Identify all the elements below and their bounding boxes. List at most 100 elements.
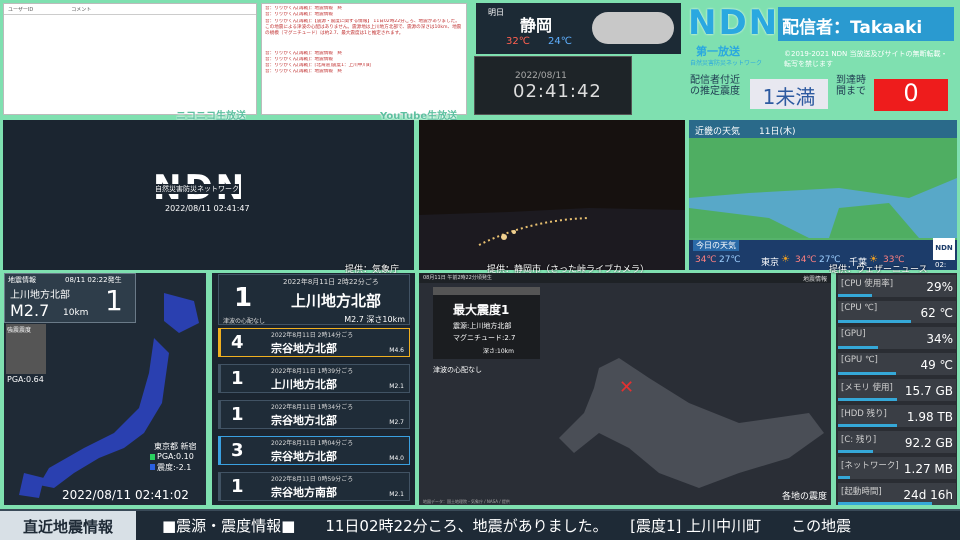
col-user-id: ユーザーID xyxy=(8,7,34,13)
clock-time: 02:41:42 xyxy=(513,81,602,102)
depth: 深さ:10km xyxy=(483,348,514,355)
city1-lo: 27℃ xyxy=(719,255,741,265)
stat-key: [ネットワーク] xyxy=(841,461,899,471)
stat-value: 49 ℃ xyxy=(920,358,953,372)
quake-item-time: 2022年8月11日 2時14分ごろ xyxy=(271,332,354,339)
quake-item-mag: M2.7 xyxy=(389,419,404,426)
quake-item[interactable]: 1 2022年8月11日 1時39分ごろ 上川地方北部 M2.1 xyxy=(218,364,410,393)
latest-place: 上川地方北部 xyxy=(291,292,382,310)
stat-key: [GPU ℃] xyxy=(841,355,878,365)
quake-intensity: 1 xyxy=(105,284,123,317)
quake-item-place: 宗谷地方北部 xyxy=(271,342,337,355)
latest-time: 2022年8月11日 2時22分ごろ xyxy=(283,278,379,286)
quake-item[interactable]: 1 2022年8月11日 1時34分ごろ宗谷地方北部 M2.7 xyxy=(218,400,410,429)
stat-value: 15.7 GB xyxy=(904,384,953,398)
quake-item-time: 2022年8月11日 1時34分ごろ xyxy=(271,404,354,411)
quake-place: 上川地方北部 xyxy=(10,290,70,301)
niconico-stream-panel: NDN 自然災害防災ネットワーク 2022/08/11 02:41:47 xyxy=(3,120,414,270)
stat-value: 1.98 TB xyxy=(906,410,953,424)
quake-item-time: 2022年8月11日 1時39分ごろ xyxy=(271,368,354,375)
clock-panel: 2022/08/11 02:41:42 xyxy=(474,56,632,115)
strong-box: 強震震度 xyxy=(6,324,46,374)
kinki-title: 近畿の天気 xyxy=(695,127,741,137)
stat-key: [HDD 残り] xyxy=(841,409,887,419)
low-temp: 24℃ xyxy=(548,36,572,47)
shindo-swatch xyxy=(150,464,155,470)
est-value: 1未満 xyxy=(750,79,828,109)
quake-info-title: 地震情報 xyxy=(8,276,36,284)
stat-value: 24d 16h xyxy=(903,488,953,502)
quake-item[interactable]: 1 2022年8月11日 0時59分ごろ 宗谷地方南部 M2.1 xyxy=(218,472,410,501)
stat-row: [CPU ℃] 62 ℃ xyxy=(838,301,956,323)
tomorrow-weather: 明日 静岡 32℃ 24℃ xyxy=(476,3,681,54)
stat-value: 29% xyxy=(926,280,953,294)
stat-bar xyxy=(838,450,874,453)
copyright: ©2019-2021 NDN 当放送及びサイトの無断転載・転写を禁じます xyxy=(784,50,948,68)
strong-label: 強震震度 xyxy=(7,327,32,334)
kinki-date: 11日(木) xyxy=(759,127,796,137)
ndn-sub2: 自然災害防災ネットワーク xyxy=(690,60,763,67)
city1-name: 東京 xyxy=(761,258,780,268)
quake-mag: M2.7 xyxy=(10,301,50,320)
max-label: 最大震度1 xyxy=(453,303,510,317)
stat-row: [ネットワーク] 1.27 MB xyxy=(838,457,956,479)
stat-key: [起動時間] xyxy=(841,487,882,497)
system-stats-panel: [CPU 使用率] 29% [CPU ℃] 62 ℃ [GPU] 34% [GPU ℃… xyxy=(836,273,957,505)
stat-key: [CPU 使用率] xyxy=(841,279,894,289)
stat-bar xyxy=(838,346,879,349)
quake-item-place: 宗谷地方北部 xyxy=(271,414,337,427)
shindo-value: 震度:-2.1 xyxy=(157,463,192,472)
stat-bar xyxy=(838,372,896,375)
stat-bar xyxy=(838,398,897,401)
today-label: 今日の天気 xyxy=(693,240,739,251)
stat-bar xyxy=(838,294,873,297)
epicenter-marker-icon: ✕ xyxy=(619,377,635,398)
hokkaido-credit: 地図データ：国土地理院・気象庁 / NASA / 提供 xyxy=(423,499,510,504)
streamer-badge: 配信者：Takaaki xyxy=(778,7,954,41)
news-ticker: 直近地震情報 ■震源・震度情報■ 11日02時22分ころ、地震がありました。 [… xyxy=(0,509,960,540)
stat-bar xyxy=(838,476,850,479)
stat-key: [GPU] xyxy=(841,329,866,339)
tomorrow-label: 明日 xyxy=(488,8,504,17)
quake-item-mag: M2.1 xyxy=(389,491,404,498)
pga-swatch xyxy=(150,454,155,460)
ndn-logo: NDN xyxy=(688,3,780,43)
ticker-label: 直近地震情報 xyxy=(0,511,136,540)
hokkaido-tag: 地震情報 xyxy=(802,276,827,283)
niconico-sub: 自然災害防災ネットワーク xyxy=(155,184,239,194)
quake-item[interactable]: 4 2022年8月11日 2時14分ごろ宗谷地方北部 M4.6 xyxy=(218,328,410,357)
stat-key: [メモリ 使用] xyxy=(841,383,893,393)
latest-intensity: 1 xyxy=(234,283,253,313)
stat-value: 1.27 MB xyxy=(903,462,953,476)
quake-item-mag: M4.0 xyxy=(389,455,404,462)
sun-icon: ☀ xyxy=(781,254,790,265)
live-camera-panel xyxy=(419,120,685,270)
quake-item-place: 宗谷地方南部 xyxy=(271,486,337,499)
city2-hi: 34℃ xyxy=(795,255,817,265)
quake-item-intensity: 1 xyxy=(231,404,244,425)
hokkaido-header: 08月11日 午前2時22分頃発生 xyxy=(423,275,492,281)
quake-item-mag: M4.6 xyxy=(389,347,404,354)
epicenter: 震源:上川地方北部 xyxy=(453,322,512,330)
quake-item-intensity: 1 xyxy=(231,476,244,497)
latest-quake: 1 2022年8月11日 2時22分ごろ 上川地方北部 津波の心配なし M2.7… xyxy=(218,274,410,325)
quake-depth: 10km xyxy=(63,308,89,318)
stat-value: 62 ℃ xyxy=(920,306,953,320)
city-name: 静岡 xyxy=(520,16,553,35)
magnitude: マグニチュード:2.7 xyxy=(453,334,516,342)
stat-key: [CPU ℃] xyxy=(841,303,878,313)
quake-item-intensity: 1 xyxy=(231,368,244,389)
quake-map-timestamp: 2022/08/11 02:41:02 xyxy=(62,488,189,502)
chat-line: 音：りりかくん[再戦]：【震源・震度に関する情報】 11日02時22分ごろ、地震… xyxy=(265,18,462,37)
quake-item-intensity: 4 xyxy=(231,332,244,353)
niconico-time: 2022/08/11 02:41:47 xyxy=(165,204,250,213)
ndn-badge: NDN xyxy=(933,238,955,260)
max-intensity-box: 最大震度1 震源:上川地方北部 マグニチュード:2.7 深さ:10km xyxy=(433,287,540,359)
niconico-comment-panel: ユーザーID コメント xyxy=(3,3,257,115)
stat-row: [GPU ℃] 49 ℃ xyxy=(838,353,956,375)
quake-item[interactable]: 3 2022年8月11日 1時04分ごろ 宗谷地方北部 M4.0 xyxy=(218,436,410,465)
ndn-sub: 第一放送 xyxy=(696,45,740,58)
stat-row: [GPU] 34% xyxy=(838,327,956,349)
quake-list-panel: 1 2022年8月11日 2時22分ごろ 上川地方北部 津波の心配なし M2.7… xyxy=(212,273,415,505)
quake-item-place: 宗谷地方北部 xyxy=(271,450,337,463)
